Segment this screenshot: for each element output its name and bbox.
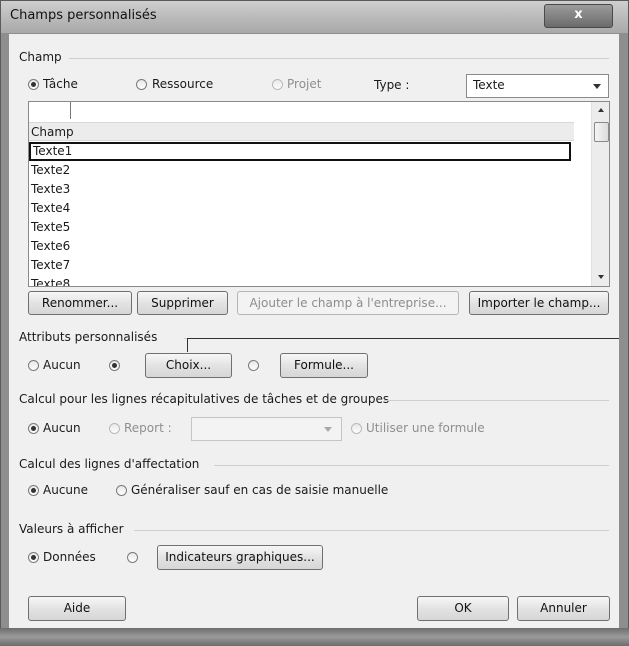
callout-line-vertical	[187, 338, 188, 352]
ressource-label: Ressource	[152, 77, 214, 91]
list-scrollbar[interactable]	[591, 102, 609, 286]
summary-none-label: Aucun	[43, 421, 81, 435]
callout-line-horizontal	[187, 338, 619, 339]
attributes-group-label: Attributs personnalisés	[19, 330, 158, 344]
chevron-down-icon	[593, 84, 601, 89]
assignment-generalize-label: Généraliser sauf en cas de saisie manuel…	[131, 483, 389, 497]
display-data-radio[interactable]	[28, 552, 39, 563]
list-item-texte4[interactable]: Texte4	[29, 199, 574, 218]
ressource-radio[interactable]	[136, 79, 147, 90]
summary-report-combobox[interactable]	[191, 417, 342, 441]
list-item-texte1[interactable]: Texte1	[29, 142, 571, 161]
delete-button[interactable]: Supprimer	[137, 291, 228, 315]
list-item-texte7[interactable]: Texte7	[29, 256, 574, 275]
projet-label: Projet	[287, 77, 322, 91]
summary-calc-group-line	[384, 400, 609, 401]
add-enterprise-button[interactable]: Ajouter le champ à l'entreprise...	[237, 291, 459, 315]
assignment-none-label: Aucune	[43, 483, 89, 497]
field-listbox[interactable]: Champ Texte1 Texte2 Texte3 Texte4 Texte5…	[28, 101, 610, 287]
assignment-none-radio[interactable]	[28, 485, 39, 496]
bottom-border	[0, 628, 629, 646]
ok-button[interactable]: OK	[417, 596, 509, 621]
list-item-texte5[interactable]: Texte5	[29, 218, 574, 237]
display-values-group-label: Valeurs à afficher	[19, 522, 124, 536]
dialog-body: Champ Tâche Ressource Projet Type : Text…	[9, 34, 619, 628]
type-label: Type :	[374, 78, 410, 92]
close-button[interactable]: x	[544, 4, 613, 28]
attr-none-label: Aucun	[43, 358, 81, 372]
summary-none-radio[interactable]	[28, 423, 39, 434]
summary-calc-group-label: Calcul pour les lignes récapitulatives d…	[19, 392, 390, 406]
projet-radio[interactable]	[272, 79, 283, 90]
summary-formula-radio[interactable]	[351, 423, 362, 434]
import-field-button[interactable]: Importer le champ...	[469, 291, 609, 315]
list-item-texte8[interactable]: Texte8	[29, 275, 574, 286]
attr-formula-radio[interactable]	[248, 360, 259, 371]
formula-button[interactable]: Formule...	[280, 353, 368, 378]
chevron-down-icon	[324, 427, 332, 432]
summary-report-radio[interactable]	[109, 423, 120, 434]
summary-report-label: Report :	[124, 421, 172, 435]
champ-group-label: Champ	[19, 50, 62, 64]
attr-none-radio[interactable]	[28, 360, 39, 371]
list-header: Champ	[29, 122, 574, 141]
list-item-texte2[interactable]: Texte2	[29, 161, 574, 180]
scroll-thumb[interactable]	[594, 122, 609, 142]
list-item-texte6[interactable]: Texte6	[29, 237, 574, 256]
summary-formula-label: Utiliser une formule	[366, 421, 485, 435]
champ-group-line	[69, 58, 609, 59]
tache-label: Tâche	[43, 77, 78, 91]
choices-button[interactable]: Choix...	[145, 353, 232, 378]
list-item-texte3[interactable]: Texte3	[29, 180, 574, 199]
display-data-label: Données	[43, 550, 96, 564]
assignment-calc-group-line	[214, 465, 609, 466]
window-title: Champs personnalisés	[10, 8, 157, 23]
graphical-indicators-button[interactable]: Indicateurs graphiques...	[157, 545, 323, 570]
type-combobox-value: Texte	[473, 78, 505, 92]
scroll-up-icon[interactable]	[598, 108, 604, 112]
help-button[interactable]: Aide	[28, 596, 126, 621]
edit-caret	[70, 102, 71, 119]
assignment-generalize-radio[interactable]	[116, 485, 127, 496]
scroll-down-icon[interactable]	[598, 275, 604, 279]
display-values-group-line	[134, 530, 609, 531]
cancel-button[interactable]: Annuler	[517, 596, 610, 621]
tache-radio[interactable]	[28, 79, 39, 90]
attr-choices-radio[interactable]	[109, 360, 120, 371]
display-indicators-radio[interactable]	[127, 552, 138, 563]
type-combobox[interactable]: Texte	[466, 74, 609, 98]
assignment-calc-group-label: Calcul des lignes d'affectation	[19, 457, 200, 471]
rename-button[interactable]: Renommer...	[28, 291, 132, 315]
